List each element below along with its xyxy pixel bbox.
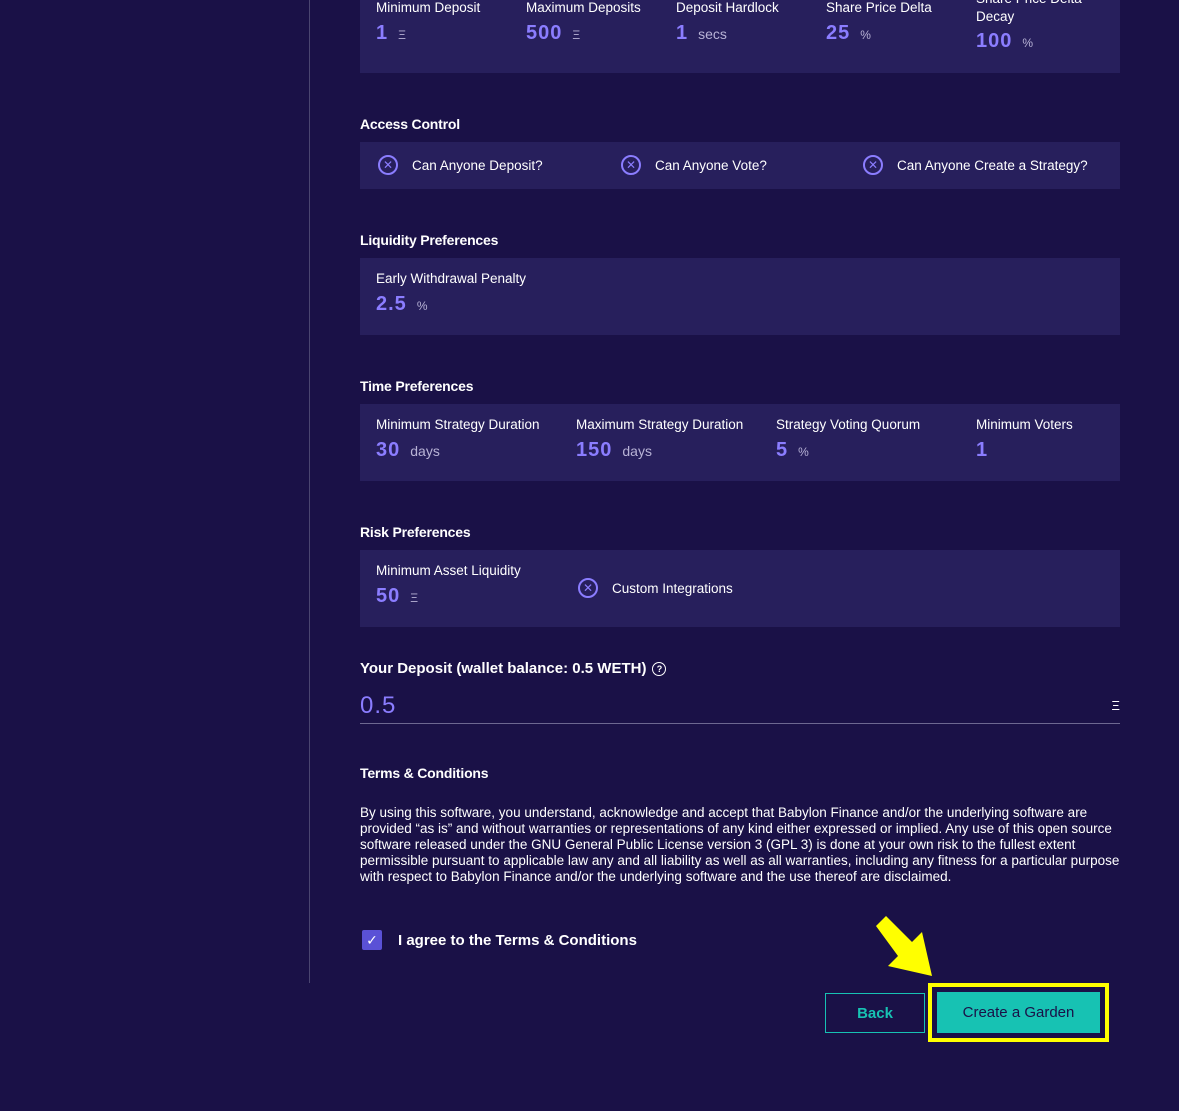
eth-icon: Ξ (1111, 698, 1120, 713)
max-deposits-value[interactable]: 500 (526, 22, 562, 45)
checkmark-icon[interactable]: ✓ (362, 930, 382, 950)
terms-title: Terms & Conditions (360, 765, 489, 781)
min-asset-liquidity-field: Minimum Asset Liquidity 50 Ξ (376, 563, 521, 608)
max-strategy-duration-field: Maximum Strategy Duration 150 days (576, 417, 744, 462)
early-withdrawal-field: Early Withdrawal Penalty 2.5 % (376, 271, 527, 316)
eth-unit: Ξ (572, 28, 581, 42)
deposit-hardlock-value[interactable]: 1 (676, 22, 688, 45)
back-button[interactable]: Back (825, 993, 925, 1033)
min-strategy-duration-field: Minimum Strategy Duration 30 days (376, 417, 540, 462)
share-price-delta-value[interactable]: 25 (826, 22, 850, 45)
terms-text: By using this software, you understand, … (360, 805, 1120, 884)
close-circle-icon: ✕ (621, 155, 641, 175)
min-deposit-field: Minimum Deposit 1 Ξ (376, 0, 481, 45)
max-duration-value[interactable]: 150 (576, 439, 612, 462)
deposit-amount-input[interactable]: 0.5 Ξ (360, 688, 1120, 724)
risk-preferences-title: Risk Preferences (360, 524, 471, 540)
min-voters-field: Minimum Voters 1 (976, 417, 1073, 462)
deposit-hardlock-field: Deposit Hardlock 1 secs (676, 0, 779, 45)
pointer-arrow-icon (876, 916, 932, 976)
eth-unit: Ξ (398, 28, 406, 42)
secs-unit: secs (698, 26, 727, 42)
help-icon[interactable]: ? (652, 661, 667, 676)
share-price-delta-decay-field: Share Price Delta Decay 100 % (976, 0, 1082, 53)
can-anyone-deposit-toggle[interactable]: ✕ Can Anyone Deposit? (378, 155, 543, 175)
create-garden-button[interactable]: Create a Garden (937, 992, 1100, 1033)
access-control-title: Access Control (360, 116, 460, 132)
can-anyone-create-strategy-toggle[interactable]: ✕ Can Anyone Create a Strategy? (863, 155, 1088, 175)
percent-unit: % (1022, 36, 1034, 50)
max-deposits-field: Maximum Deposits 500 Ξ (526, 0, 641, 45)
min-liquidity-value[interactable]: 50 (376, 585, 400, 608)
quorum-value[interactable]: 5 (776, 439, 788, 462)
deposit-amount-value[interactable]: 0.5 (360, 692, 396, 720)
days-unit: days (622, 443, 652, 459)
close-circle-icon: ✕ (863, 155, 883, 175)
can-anyone-vote-toggle[interactable]: ✕ Can Anyone Vote? (621, 155, 767, 175)
agree-terms-checkbox[interactable]: ✓ I agree to the Terms & Conditions (362, 930, 637, 950)
your-deposit-label: Your Deposit (wallet balance: 0.5 WETH) … (360, 660, 667, 677)
min-voters-value[interactable]: 1 (976, 439, 988, 462)
close-circle-icon: ✕ (578, 578, 598, 598)
percent-unit: % (798, 445, 809, 459)
percent-unit: % (860, 28, 871, 42)
share-price-delta-field: Share Price Delta 25 % (826, 0, 932, 45)
custom-integrations-toggle[interactable]: ✕ Custom Integrations (578, 578, 733, 598)
early-withdrawal-value[interactable]: 2.5 (376, 293, 407, 316)
share-price-delta-decay-value[interactable]: 100 (976, 30, 1012, 53)
min-duration-value[interactable]: 30 (376, 439, 400, 462)
liquidity-preferences-title: Liquidity Preferences (360, 232, 499, 248)
time-preferences-title: Time Preferences (360, 378, 474, 394)
voting-quorum-field: Strategy Voting Quorum 5 % (776, 417, 921, 462)
left-divider (309, 0, 310, 983)
days-unit: days (410, 443, 440, 459)
min-deposit-value[interactable]: 1 (376, 22, 388, 45)
percent-unit: % (416, 299, 428, 313)
eth-unit: Ξ (410, 591, 419, 605)
close-circle-icon: ✕ (378, 155, 398, 175)
